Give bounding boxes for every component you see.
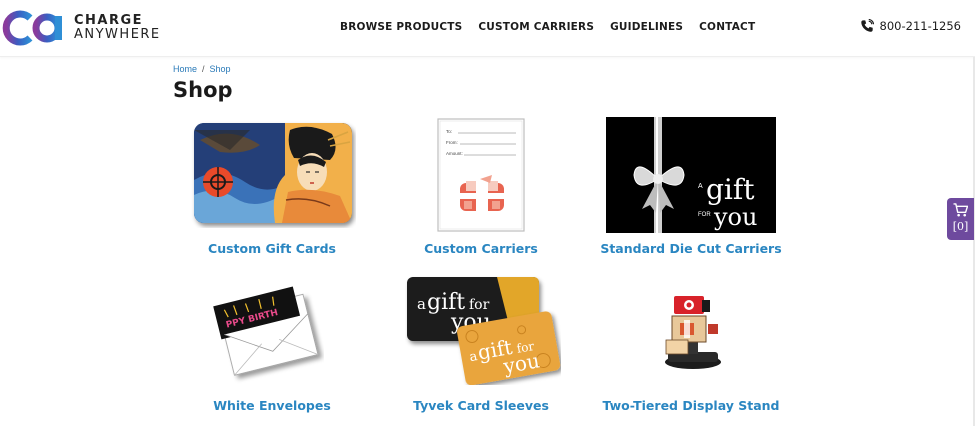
carrier-text-for: FOR <box>698 212 711 218</box>
product-name[interactable]: White Envelopes <box>167 398 377 413</box>
phone-number: 800-211-1256 <box>879 19 961 33</box>
brand-name-line1: CHARGE <box>74 13 144 28</box>
brand-logo[interactable]: CHARGE ANYWHERE <box>0 10 161 46</box>
product-name[interactable]: Standard Die Cut Carriers <box>586 241 796 256</box>
nav-browse-products[interactable]: BROWSE PRODUCTS <box>340 21 462 33</box>
carrier-text-you: you <box>713 203 757 231</box>
black-card-text-a: a <box>417 295 426 313</box>
carrier-text-gift: gift <box>706 173 755 206</box>
nav-custom-carriers[interactable]: CUSTOM CARRIERS <box>478 21 594 33</box>
envelope-image[interactable]: PPY BIRTH <box>212 284 324 388</box>
product-name[interactable]: Custom Gift Cards <box>167 241 377 256</box>
geisha-art-gift-card-image[interactable] <box>190 120 356 228</box>
breadcrumb-current[interactable]: Shop <box>210 64 231 74</box>
brand-name-line2: ANYWHERE <box>74 27 161 42</box>
svg-text:Amount:: Amount: <box>446 151 463 156</box>
main-nav: BROWSE PRODUCTS CUSTOM CARRIERS GUIDELIN… <box>340 21 755 33</box>
logo-mark-icon <box>2 10 62 46</box>
site-header: CHARGE ANYWHERE BROWSE PRODUCTS CUSTOM C… <box>0 0 975 57</box>
cart-count: [0] <box>952 220 969 233</box>
carrier-text-a: A <box>698 183 703 190</box>
breadcrumb: Home / Shop <box>173 64 231 74</box>
product-name[interactable]: Tyvek Card Sleeves <box>376 398 586 413</box>
svg-text:From:: From: <box>446 140 458 145</box>
carrier-form-image[interactable]: To: From: Amount: <box>436 117 528 233</box>
page-title: Shop <box>173 78 233 102</box>
breadcrumb-separator: / <box>202 64 205 74</box>
display-stand-image[interactable] <box>660 290 726 372</box>
gift-for-you-cards-image[interactable]: a gift for you a gift for you <box>405 275 561 385</box>
product-name[interactable]: Two-Tiered Display Stand <box>586 398 796 413</box>
svg-text:To:: To: <box>446 129 452 134</box>
breadcrumb-home[interactable]: Home <box>173 64 197 74</box>
cart-tab[interactable]: [0] <box>947 198 974 240</box>
product-name[interactable]: Custom Carriers <box>376 241 586 256</box>
phone-icon <box>860 19 874 32</box>
cart-icon <box>953 203 968 217</box>
phone-link[interactable]: 800-211-1256 <box>860 19 961 33</box>
nav-contact[interactable]: CONTACT <box>699 21 755 33</box>
nav-guidelines[interactable]: GUIDELINES <box>610 21 683 33</box>
black-carrier-bow-image[interactable]: A gift FOR you <box>606 117 776 233</box>
